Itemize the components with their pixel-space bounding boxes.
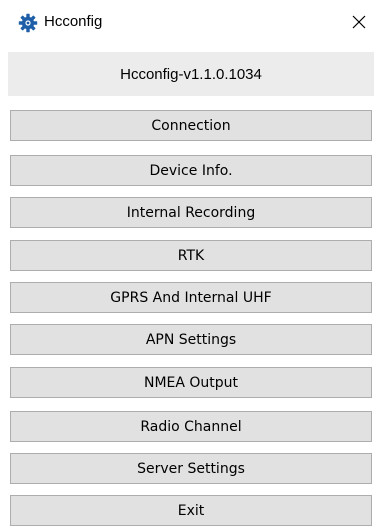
gprs-uhf-button[interactable]: GPRS And Internal UHF bbox=[10, 282, 372, 313]
close-icon bbox=[352, 14, 366, 33]
radio-channel-button[interactable]: Radio Channel bbox=[10, 411, 372, 442]
hcconfig-window: Hcconfig Hcconfig-v1.1.0.1034 Connection… bbox=[0, 0, 382, 531]
server-settings-button[interactable]: Server Settings bbox=[10, 453, 372, 484]
nmea-output-button[interactable]: NMEA Output bbox=[10, 367, 372, 398]
connection-button[interactable]: Connection bbox=[10, 110, 372, 141]
gear-icon bbox=[18, 13, 38, 33]
rtk-button[interactable]: RTK bbox=[10, 240, 372, 271]
device-info-button[interactable]: Device Info. bbox=[10, 155, 372, 186]
title-bar: Hcconfig bbox=[0, 0, 382, 46]
version-label: Hcconfig-v1.1.0.1034 bbox=[8, 52, 374, 96]
exit-button[interactable]: Exit bbox=[10, 495, 372, 526]
apn-settings-button[interactable]: APN Settings bbox=[10, 324, 372, 355]
window-title: Hcconfig bbox=[44, 13, 103, 30]
close-button[interactable] bbox=[336, 0, 382, 46]
internal-recording-button[interactable]: Internal Recording bbox=[10, 197, 372, 228]
